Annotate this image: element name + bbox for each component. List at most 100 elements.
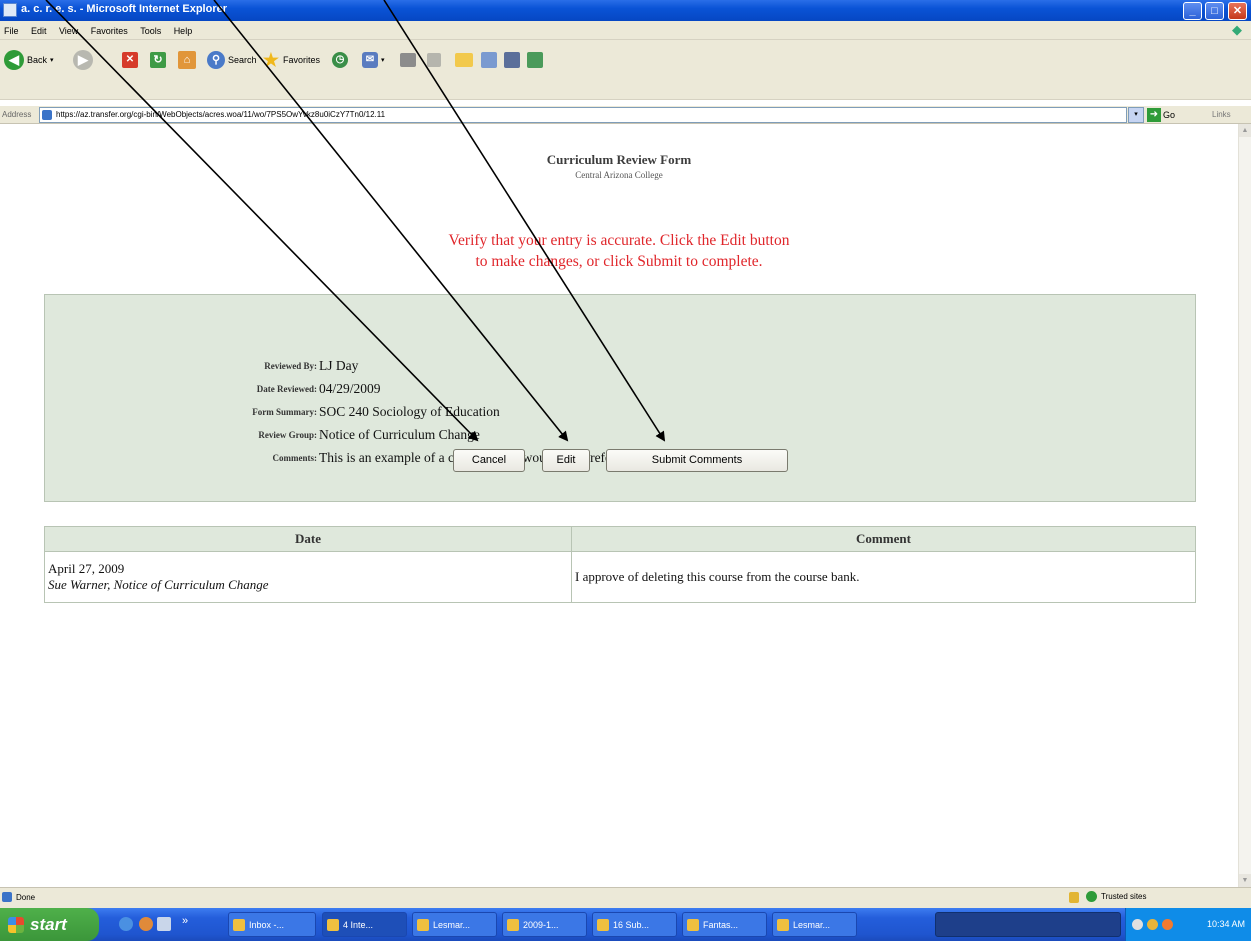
comment-date: April 27, 2009 [48,561,125,576]
standard-toolbar: ◀ Back ▾ ▶ ✕ ↻ ⌂ ⚲ Search ★ Favorites ◷ … [0,40,1251,100]
home-button[interactable]: ⌂ [178,48,196,72]
go-button[interactable]: ➜ Go [1147,107,1175,123]
scroll-up-icon[interactable]: ▲ [1239,124,1251,137]
quicklaunch-more-icon[interactable]: » [182,915,188,927]
cancel-button[interactable]: Cancel [453,449,525,472]
menu-view[interactable]: View [55,22,82,36]
quicklaunch-ie-icon[interactable] [119,917,133,931]
task-inbox-label: Inbox -... [249,919,285,930]
discuss-button[interactable] [455,48,473,72]
security-zone[interactable]: Trusted sites [1086,891,1147,902]
mail-dropdown-icon[interactable]: ▾ [381,56,385,64]
mail-icon: ✉ [362,52,378,68]
review-group-value: Notice of Curriculum Change [319,427,480,442]
stop-button[interactable]: ✕ [122,48,138,72]
task-lesmar-1-label: Lesmar... [433,919,471,930]
favorites-button[interactable]: ★ Favorites [262,48,320,72]
address-input[interactable]: https://az.transfer.org/cgi-bin/WebObjec… [39,107,1127,123]
search-button[interactable]: ⚲ Search [207,48,257,72]
reviewed-by-value: LJ Day [319,358,359,373]
task-inbox[interactable]: Inbox -... [228,912,316,937]
page-subtitle: Central Arizona College [575,170,663,180]
tray-clock[interactable]: 10:34 AM [1207,919,1245,929]
forward-arrow-icon: ▶ [73,50,93,70]
links-button[interactable]: Links [1212,110,1231,119]
history-button[interactable]: ◷ [332,48,348,72]
favorites-label: Favorites [283,55,321,65]
vertical-scrollbar[interactable]: ▲ ▼ [1238,124,1251,887]
start-button[interactable]: start [0,908,99,941]
task-ie-windows[interactable]: 4 Inte... [322,912,407,937]
maximize-button[interactable]: □ [1205,2,1224,20]
title-bar[interactable]: a. c. r. e. s. - Microsoft Internet Expl… [0,0,1251,21]
date-reviewed-row: Date Reviewed: 04/29/2009 [45,381,1197,401]
edit-page-button[interactable] [427,48,441,72]
menu-help[interactable]: Help [170,22,197,36]
menu-favorites[interactable]: Favorites [87,22,132,36]
menu-tools[interactable]: Tools [136,22,165,36]
trusted-zone-icon [1086,891,1097,902]
status-bar: Done Trusted sites [0,887,1251,908]
comment-cell: I approve of deleting this course from t… [571,551,1196,603]
review-group-label: Review Group: [258,430,317,440]
lock-icon[interactable] [1069,892,1079,903]
form-summary-label: Form Summary: [252,407,317,417]
back-button[interactable]: ◀ Back ▾ [4,48,54,72]
start-label: start [30,914,67,934]
refresh-button[interactable]: ↻ [150,48,166,72]
tray-app-icon[interactable] [1162,919,1173,930]
task-16-sub-icon [597,918,609,931]
edit-button[interactable]: Edit [542,449,590,472]
comments-table: Date Comment April 27, 2009 Sue Warner, … [44,526,1196,603]
quicklaunch-desktop-icon[interactable] [157,917,171,931]
reviewed-by-label: Reviewed By: [264,361,317,371]
ie-app-icon[interactable] [3,3,17,17]
table-header-row: Date Comment [44,526,1196,552]
messenger-button[interactable] [481,48,497,72]
quicklaunch-firefox-icon[interactable] [139,917,153,931]
edit-page-icon [427,53,441,67]
task-ie-icon [327,918,339,931]
menu-file[interactable]: File [0,22,23,36]
stop-icon: ✕ [122,52,138,68]
menu-bar: File Edit View Favorites Tools Help ◆ [0,21,1251,40]
comments-label: Comments: [272,453,318,463]
task-fantas-icon [687,918,699,931]
task-2009[interactable]: 2009-1... [502,912,587,937]
window-title: a. c. r. e. s. - Microsoft Internet Expl… [21,3,228,15]
close-button[interactable]: ✕ [1228,2,1247,20]
task-2009-label: 2009-1... [523,919,559,930]
scroll-down-icon[interactable]: ▼ [1239,874,1251,887]
print-button[interactable] [400,48,416,72]
search-icon: ⚲ [207,51,225,69]
date-cell: April 27, 2009 Sue Warner, Notice of Cur… [44,551,572,603]
verify-line-2: to make changes, or click Submit to comp… [475,253,763,270]
back-dropdown-icon[interactable]: ▾ [50,56,54,64]
users-button[interactable] [527,48,543,72]
print-icon [400,53,416,67]
menu-edit[interactable]: Edit [27,22,51,36]
mail-button[interactable]: ✉ ▾ [362,48,385,72]
submit-comments-button[interactable]: Submit Comments [606,449,788,472]
media-player-toolbar[interactable] [935,912,1121,937]
status-text: Done [2,892,35,902]
task-fantas[interactable]: Fantas... [682,912,767,937]
task-lesmar-2[interactable]: Lesmar... [772,912,857,937]
minimize-button[interactable]: _ [1183,2,1202,20]
refresh-icon: ↻ [150,52,166,68]
back-label: Back [27,55,48,65]
users-icon [527,52,543,68]
task-16-sub[interactable]: 16 Sub... [592,912,677,937]
search-label: Search [228,55,257,65]
date-reviewed-value: 04/29/2009 [319,381,381,396]
tray-network-icon[interactable] [1132,919,1143,930]
date-column-header: Date [44,526,572,552]
forward-button[interactable]: ▶ [73,48,93,72]
taskbar: start » Inbox -... 4 Inte... Lesmar... 2… [0,908,1251,941]
task-inbox-icon [233,918,245,931]
task-lesmar-1[interactable]: Lesmar... [412,912,497,937]
task-lesmar-2-icon [777,918,789,931]
research-button[interactable] [504,48,520,72]
address-dropdown-icon[interactable]: ▾ [1128,107,1144,123]
tray-security-icon[interactable] [1147,919,1158,930]
